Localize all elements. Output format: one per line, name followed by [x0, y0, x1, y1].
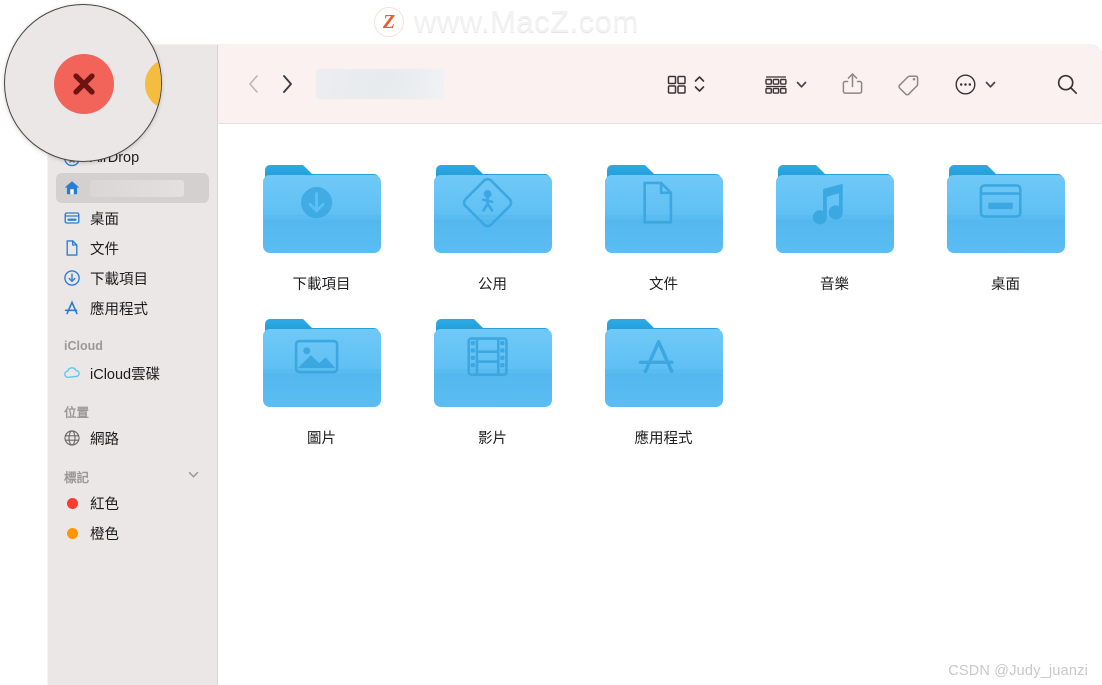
- download-glyph: [262, 165, 381, 253]
- public-glyph: [433, 165, 552, 253]
- site-watermark: Z www.MacZ.com: [374, 4, 639, 40]
- sidebar-item-iCloud雲碟[interactable]: iCloud雲碟: [56, 358, 209, 388]
- author-credit: CSDN @Judy_juanzi: [948, 663, 1088, 679]
- tag-button[interactable]: [896, 71, 922, 97]
- share-button[interactable]: [840, 71, 865, 97]
- group-items-button[interactable]: [763, 73, 789, 96]
- document-icon: [63, 239, 81, 257]
- sidebar-item-應用程式[interactable]: 應用程式: [56, 293, 209, 323]
- sidebar-item-桌面[interactable]: 桌面: [56, 203, 209, 233]
- pictures-glyph: [262, 319, 381, 407]
- back-button[interactable]: [236, 67, 270, 101]
- watermark-text: www.MacZ.com: [414, 4, 639, 39]
- sidebar-item-label: 文件: [90, 241, 119, 258]
- desktop-icon: [63, 209, 81, 227]
- sidebar-item-label: 橙色: [90, 526, 119, 543]
- folder-item[interactable]: 文件: [578, 152, 749, 294]
- folder-label: 文件: [649, 277, 678, 293]
- finder-window: SetappAirDrop桌面文件下載項目應用程式 iCloudiCloud雲碟…: [48, 45, 1102, 685]
- document-glyph: [604, 165, 723, 253]
- folder-item[interactable]: 影片: [407, 306, 578, 448]
- folder-label: 桌面: [991, 277, 1020, 293]
- sidebar-item-label-redacted: [90, 179, 184, 197]
- folder-label: 下載項目: [292, 277, 351, 293]
- toolbar: [218, 45, 1102, 124]
- group-chevron-down-icon[interactable]: [794, 77, 809, 92]
- screenshot-root: SetappAirDrop桌面文件下載項目應用程式 iCloudiCloud雲碟…: [0, 0, 1102, 685]
- macz-logo-icon: Z: [374, 7, 404, 37]
- cloud-icon: [63, 364, 81, 382]
- minimize-button-magnified[interactable]: [145, 58, 161, 110]
- folder-label: 圖片: [307, 431, 336, 447]
- sidebar-item-home[interactable]: [56, 173, 209, 203]
- sidebar-item-label: 應用程式: [90, 301, 148, 318]
- search-button[interactable]: [1055, 72, 1080, 97]
- folder-icon: [943, 152, 1069, 264]
- sidebar-item-文件[interactable]: 文件: [56, 233, 209, 263]
- sidebar-section-title: 位置: [64, 405, 90, 420]
- folder-label: 應用程式: [634, 431, 693, 447]
- sidebar-item-label: 下載項目: [90, 271, 148, 288]
- folder-item[interactable]: 下載項目: [236, 152, 407, 294]
- icon-view-button[interactable]: [665, 73, 688, 96]
- magnifier-overlay: [4, 4, 162, 162]
- folder-item[interactable]: 公用: [407, 152, 578, 294]
- folder-icon: [601, 306, 727, 418]
- file-grid-area: 下載項目 公用 文件 音樂 桌面 圖片 影片 應用程式: [218, 124, 1102, 685]
- sidebar-section-title: iCloud: [64, 339, 103, 353]
- view-stepper-button[interactable]: [693, 73, 706, 95]
- folder-label: 影片: [478, 431, 507, 447]
- more-button[interactable]: [953, 72, 978, 97]
- close-icon: [73, 73, 95, 95]
- sidebar-section-title: 標記: [64, 470, 90, 485]
- sidebar-item-label: 紅色: [90, 496, 119, 513]
- applications-icon: [63, 299, 81, 317]
- folder-item[interactable]: 應用程式: [578, 306, 749, 448]
- tag-dot: [63, 494, 81, 512]
- folder-icon: [259, 152, 385, 264]
- forward-button[interactable]: [270, 67, 304, 101]
- sidebar-section-header: 位置: [56, 402, 209, 420]
- folder-grid: 下載項目 公用 文件 音樂 桌面 圖片 影片 應用程式: [218, 152, 1102, 460]
- appstore-glyph: [604, 319, 723, 407]
- sidebar-item-橙色[interactable]: 橙色: [56, 518, 209, 548]
- globe-icon: [63, 429, 81, 447]
- more-chevron-down-icon[interactable]: [983, 77, 998, 92]
- folder-icon: [430, 306, 556, 418]
- sidebar-item-紅色[interactable]: 紅色: [56, 488, 209, 518]
- sidebar-item-label: 桌面: [90, 211, 119, 228]
- sidebar-section-header: iCloud: [56, 337, 209, 355]
- folder-icon: [430, 152, 556, 264]
- sidebar-item-label: iCloud雲碟: [90, 366, 161, 383]
- home-icon: [63, 179, 81, 197]
- music-glyph: [775, 165, 894, 253]
- desktop-glyph: [946, 165, 1065, 253]
- folder-icon: [259, 306, 385, 418]
- folder-label: 音樂: [820, 277, 849, 293]
- tag-dot: [63, 524, 81, 542]
- download-icon: [63, 269, 81, 287]
- folder-item[interactable]: 音樂: [749, 152, 920, 294]
- movies-glyph: [433, 319, 552, 407]
- close-button-magnified[interactable]: [54, 54, 114, 114]
- folder-icon: [772, 152, 898, 264]
- folder-item[interactable]: 桌面: [920, 152, 1091, 294]
- sidebar-item-網路[interactable]: 網路: [56, 423, 209, 453]
- folder-label: 公用: [478, 277, 507, 293]
- section-collapse-chevron-down-icon[interactable]: [186, 467, 201, 485]
- sidebar-section-header: 標記: [56, 467, 209, 485]
- sidebar-item-label: 網路: [90, 431, 119, 448]
- window-title-redacted: [316, 69, 444, 99]
- folder-item[interactable]: 圖片: [236, 306, 407, 448]
- folder-icon: [601, 152, 727, 264]
- sidebar-item-下載項目[interactable]: 下載項目: [56, 263, 209, 293]
